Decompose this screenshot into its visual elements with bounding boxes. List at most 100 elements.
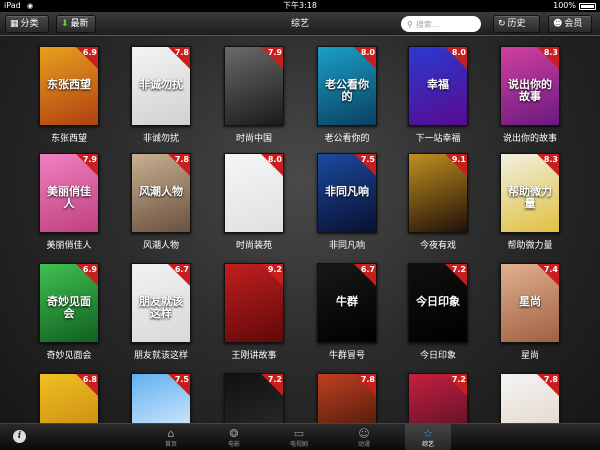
show-title: 王刚讲故事 <box>231 351 277 361</box>
poster-art-text: 今日印象 <box>416 295 460 308</box>
tv-icon: ▭ <box>293 427 305 440</box>
show-title: 时尚装苑 <box>235 241 272 251</box>
history-button[interactable]: ↻ 历史 <box>493 15 540 33</box>
show-title: 下一站幸福 <box>415 134 461 144</box>
tab-home-label: 首页 <box>164 441 177 448</box>
battery-icon <box>579 3 596 10</box>
show-title: 时尚中国 <box>235 134 272 144</box>
member-button[interactable]: ☻ 会员 <box>548 15 592 33</box>
tab-tv-series[interactable]: ▭ 电视剧 <box>276 424 322 450</box>
search-input[interactable] <box>415 19 476 29</box>
home-icon: ⌂ <box>167 427 175 440</box>
rating-badge: 8.3 <box>543 48 558 57</box>
show-poster[interactable]: 7.8 <box>317 373 377 423</box>
poster-art-text: 幸福 <box>427 78 449 91</box>
show-poster[interactable]: 7.2 <box>224 373 284 423</box>
poster-art-text: 朋友就该这样 <box>139 295 183 320</box>
tab-anime[interactable]: ☺ 动漫 <box>341 424 387 450</box>
show-poster[interactable]: 9.2 <box>224 263 284 343</box>
show-poster[interactable]: 非同凡响 7.5 <box>317 153 377 233</box>
member-label: 会员 <box>564 19 583 29</box>
rating-badge: 8.3 <box>543 155 558 164</box>
app-screen: iPad ◉ 下午3:18 100% ▦ 分类 ⬇ 最新 综艺 ⚲ ↻ 历史 ☻… <box>0 0 600 450</box>
rating-badge: 7.5 <box>360 155 375 164</box>
film-reel-icon: ❂ <box>229 427 239 440</box>
history-label: 历史 <box>507 19 526 29</box>
nav-bar: ▦ 分类 ⬇ 最新 综艺 ⚲ ↻ 历史 ☻ 会员 <box>0 12 600 36</box>
search-box[interactable]: ⚲ <box>401 16 481 32</box>
poster-art-text: 非诚勿扰 <box>139 78 183 91</box>
show-poster[interactable]: 7.9 <box>224 46 284 126</box>
show-title: 说出你的故事 <box>502 134 557 144</box>
show-poster[interactable]: 7.2 <box>408 373 468 423</box>
rating-badge: 6.7 <box>360 265 375 274</box>
show-poster[interactable]: 奇妙见面会 6.9 <box>39 263 99 343</box>
show-poster[interactable]: 朋友就该这样 6.7 <box>131 263 191 343</box>
tab-variety[interactable]: ☆ 综艺 <box>405 424 451 450</box>
rating-badge: 8.0 <box>267 155 282 164</box>
show-title: 朋友就该这样 <box>133 351 188 361</box>
poster-art-text: 牛群 <box>336 295 358 308</box>
show-title: 非诚勿扰 <box>142 134 179 144</box>
rating-badge: 6.7 <box>174 265 189 274</box>
show-poster[interactable]: 老公看你的 8.0 <box>317 46 377 126</box>
user-icon: ☻ <box>553 19 563 29</box>
show-title: 今夜有戏 <box>419 241 456 251</box>
poster-art-text: 非同凡响 <box>325 185 369 198</box>
show-poster[interactable]: 东张西望 6.9 <box>39 46 99 126</box>
rating-badge: 7.8 <box>174 48 189 57</box>
show-title: 美丽俏佳人 <box>46 241 92 251</box>
show-title: 风潮人物 <box>142 241 179 251</box>
show-poster[interactable]: 风潮人物 7.8 <box>131 153 191 233</box>
show-title: 帮助微力量 <box>507 241 553 251</box>
show-title: 奇妙见面会 <box>46 351 92 361</box>
poster-art-text: 美丽俏佳人 <box>47 185 91 210</box>
show-title: 牛群冒号 <box>328 351 365 361</box>
show-poster[interactable]: 帮助微力量 8.3 <box>500 153 560 233</box>
show-poster[interactable]: 7.5 <box>131 373 191 423</box>
rating-badge: 9.2 <box>267 265 282 274</box>
battery-percent: 100% <box>553 1 576 10</box>
anime-face-icon: ☺ <box>358 427 370 440</box>
tab-variety-label: 综艺 <box>421 441 434 448</box>
clock: 下午3:18 <box>283 1 317 10</box>
poster-art-text: 星尚 <box>519 295 541 308</box>
rating-badge: 7.9 <box>267 48 282 57</box>
status-bar: iPad ◉ 下午3:18 100% <box>0 0 600 12</box>
show-poster[interactable]: 星尚 7.4 <box>500 263 560 343</box>
rating-badge: 7.8 <box>174 155 189 164</box>
rating-badge: 7.5 <box>174 375 189 384</box>
poster-art-text: 说出你的故事 <box>508 78 552 103</box>
show-poster[interactable]: 说出你的故事 8.3 <box>500 46 560 126</box>
rating-badge: 7.2 <box>451 375 466 384</box>
show-poster[interactable]: 8.0 <box>224 153 284 233</box>
tab-bar: i ⌂ 首页 ❂ 电影 ▭ 电视剧 ☺ 动漫 ☆ 综艺 <box>0 423 600 450</box>
show-poster[interactable]: 7.8 <box>500 373 560 423</box>
rating-badge: 6.9 <box>82 265 97 274</box>
tab-movies[interactable]: ❂ 电影 <box>211 424 257 450</box>
show-poster[interactable]: 6.8 <box>39 373 99 423</box>
tab-home[interactable]: ⌂ 首页 <box>148 424 194 450</box>
show-poster[interactable]: 今日印象 7.2 <box>408 263 468 343</box>
poster-art-text: 风潮人物 <box>139 185 183 198</box>
search-icon: ⚲ <box>407 19 413 29</box>
poster-art-text: 东张西望 <box>47 78 91 91</box>
rating-badge: 9.1 <box>451 155 466 164</box>
rating-badge: 7.2 <box>451 265 466 274</box>
show-poster[interactable]: 幸福 8.0 <box>408 46 468 126</box>
show-poster[interactable]: 非诚勿扰 7.8 <box>131 46 191 126</box>
rating-badge: 7.8 <box>360 375 375 384</box>
history-clock-icon: ↻ <box>498 19 506 29</box>
poster-art-text: 奇妙见面会 <box>47 295 91 320</box>
show-poster[interactable]: 牛群 6.7 <box>317 263 377 343</box>
tab-movies-label: 电影 <box>227 441 240 448</box>
show-poster[interactable]: 9.1 <box>408 153 468 233</box>
show-title: 星尚 <box>520 351 539 361</box>
tab-tv-series-label: 电视剧 <box>289 441 308 448</box>
rating-badge: 7.9 <box>82 155 97 164</box>
show-poster[interactable]: 美丽俏佳人 7.9 <box>39 153 99 233</box>
tab-anime-label: 动漫 <box>357 441 370 448</box>
show-title: 今日印象 <box>419 351 456 361</box>
info-icon[interactable]: i <box>13 430 26 443</box>
rating-badge: 7.4 <box>543 265 558 274</box>
